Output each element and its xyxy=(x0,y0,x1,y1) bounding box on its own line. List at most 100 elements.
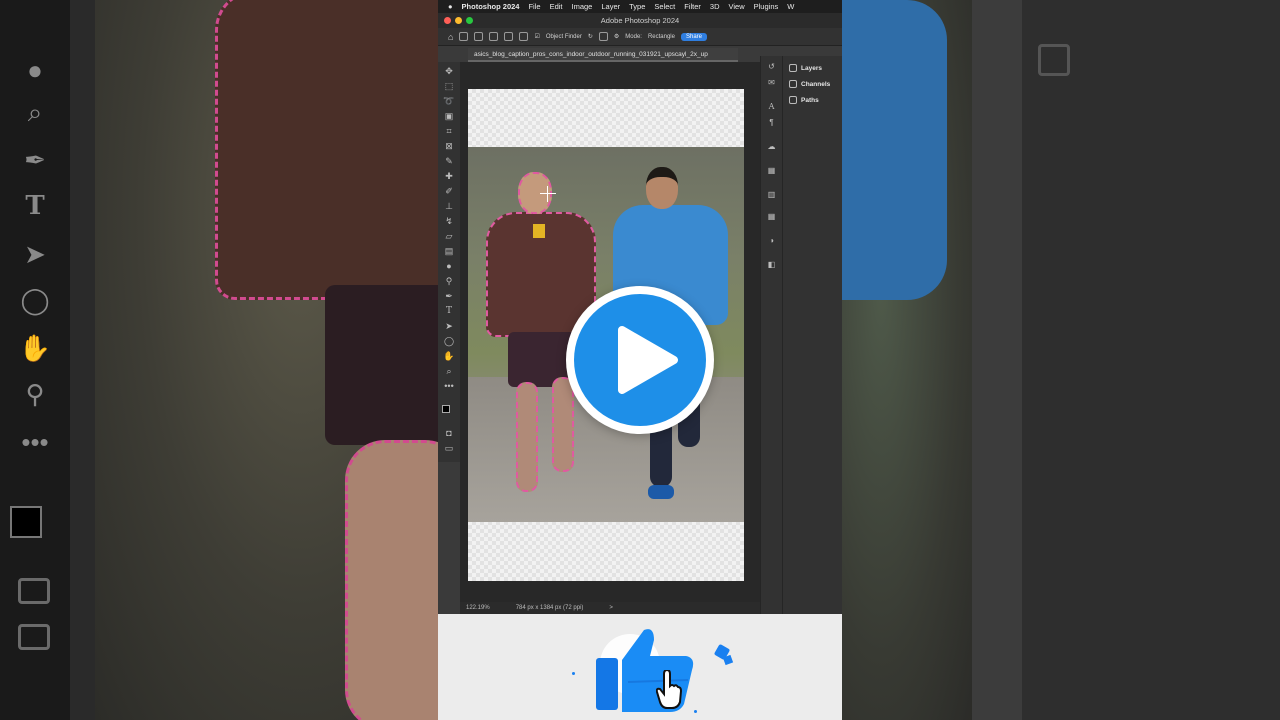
channels-icon xyxy=(789,80,797,88)
libraries-panel-icon[interactable]: ☁ xyxy=(766,142,777,152)
hand-tool-icon[interactable]: ✋ xyxy=(443,351,455,362)
ellipse-tool-icon[interactable]: ◯ xyxy=(443,336,455,347)
pen-tool-icon[interactable]: ✒ xyxy=(443,291,455,302)
swatches-panel-icon[interactable]: ▦ xyxy=(766,166,777,176)
crop-tool-icon[interactable]: ⌗ xyxy=(443,126,455,137)
path-selection-tool-icon[interactable]: ➤ xyxy=(443,321,455,332)
foreground-color-swatch[interactable] xyxy=(442,405,450,413)
new-selection-icon[interactable] xyxy=(474,32,484,41)
menu-select[interactable]: Select xyxy=(654,2,675,11)
document-info: 784 px x 1384 px (72 ppi) xyxy=(515,605,584,611)
marquee-tool-icon[interactable]: ⬚ xyxy=(443,81,455,92)
object-selection-tool-icon[interactable]: ▣ xyxy=(443,111,455,122)
menu-view[interactable]: View xyxy=(729,2,745,11)
status-menu-arrow[interactable]: > xyxy=(609,602,613,614)
history-brush-tool-icon[interactable]: ↯ xyxy=(443,216,455,227)
menu-window[interactable]: W xyxy=(787,2,794,11)
blurred-ellipse-icon: ◯ xyxy=(20,285,50,315)
share-button[interactable]: Share xyxy=(680,32,707,41)
patterns-panel-icon[interactable]: ▦ xyxy=(766,212,777,222)
confetti-piece xyxy=(572,672,575,675)
play-button[interactable] xyxy=(566,286,714,434)
blurred-pen-icon: ✒ xyxy=(24,145,46,175)
menu-type[interactable]: Type xyxy=(629,2,645,11)
refresh-icon[interactable]: ↻ xyxy=(588,33,593,40)
menu-layer[interactable]: Layer xyxy=(601,2,620,11)
more-tools-icon[interactable]: ••• xyxy=(443,381,455,392)
object-finder-checkbox[interactable]: ☑ xyxy=(534,33,539,40)
character-panel-icon[interactable]: A xyxy=(766,102,777,112)
menu-filter[interactable]: Filter xyxy=(684,2,701,11)
mode-select[interactable]: Rectangle xyxy=(648,34,675,40)
type-tool-icon[interactable]: T xyxy=(443,306,455,317)
show-objects-icon[interactable] xyxy=(598,32,608,41)
adjustments-panel-icon[interactable]: ◑ xyxy=(766,236,777,246)
status-bar: 122.19% 784 px x 1384 px (72 ppi) > xyxy=(460,602,760,614)
channels-tab[interactable]: Channels xyxy=(783,76,842,92)
menu-file[interactable]: File xyxy=(528,2,540,11)
intersect-selection-icon[interactable] xyxy=(519,32,529,41)
runner1-left-leg xyxy=(516,382,538,492)
comments-panel-icon[interactable]: ✉ xyxy=(766,78,777,88)
blurred-backdrop-right xyxy=(842,0,1280,720)
close-window-button[interactable] xyxy=(444,17,451,24)
zoom-level[interactable]: 122.19% xyxy=(466,602,490,614)
home-icon[interactable]: ⌂ xyxy=(448,32,453,42)
hand-cursor-icon xyxy=(656,670,682,709)
confetti-piece xyxy=(722,654,734,666)
healing-brush-tool-icon[interactable]: ✚ xyxy=(443,171,455,182)
lasso-tool-icon[interactable]: ➰ xyxy=(443,96,455,107)
zoom-tool-icon[interactable]: ⌕ xyxy=(443,366,455,377)
menu-image[interactable]: Image xyxy=(572,2,593,11)
mode-label: Mode: xyxy=(625,33,642,40)
channels-label: Channels xyxy=(801,80,831,88)
frame-tool-icon[interactable]: ⊠ xyxy=(443,141,455,152)
video-frame: ● ⌕ ✒ T ➤ ◯ ✋ ⚲ ••• ● Photoshop 2024 Fil… xyxy=(0,0,1280,720)
blurred-arrow-icon: ➤ xyxy=(24,239,46,269)
confetti-piece xyxy=(694,710,697,713)
blurred-screen-mode-icon xyxy=(18,624,50,650)
blurred-zoom-icon: ⌕ xyxy=(27,97,43,127)
paragraph-panel-icon[interactable]: ¶ xyxy=(766,118,777,128)
menu-edit[interactable]: Edit xyxy=(550,2,563,11)
eraser-tool-icon[interactable]: ▱ xyxy=(443,231,455,242)
window-title-bar: Adobe Photoshop 2024 xyxy=(438,13,842,28)
eyedropper-tool-icon[interactable]: ✎ xyxy=(443,156,455,167)
brush-tool-icon[interactable]: ✐ xyxy=(443,186,455,197)
menu-app-name[interactable]: Photoshop 2024 xyxy=(462,2,520,11)
paths-label: Paths xyxy=(801,96,819,104)
layers-tab[interactable]: Layers xyxy=(783,60,842,76)
blurred-drop-icon: ● xyxy=(27,55,43,85)
dodge-tool-icon[interactable]: ⚲ xyxy=(443,276,455,287)
gradients-panel-icon[interactable]: ▥ xyxy=(766,190,777,200)
settings-gear-icon[interactable]: ⚙ xyxy=(614,33,619,40)
crosshair-cursor-icon xyxy=(540,186,556,202)
minimize-window-button[interactable] xyxy=(455,17,462,24)
history-panel-icon[interactable]: ↺ xyxy=(766,62,777,72)
quick-mask-icon[interactable]: ◘ xyxy=(443,428,455,439)
gradient-tool-icon[interactable]: ▤ xyxy=(443,246,455,257)
blurred-backdrop-left: ● ⌕ ✒ T ➤ ◯ ✋ ⚲ ••• xyxy=(0,0,438,720)
blur-tool-icon[interactable]: ● xyxy=(443,261,455,272)
blurred-panel-icon xyxy=(1038,44,1070,76)
like-banner xyxy=(438,614,842,720)
runner2-head xyxy=(646,167,678,209)
add-selection-icon[interactable] xyxy=(489,32,499,41)
object-finder-label: Object Finder xyxy=(545,33,582,40)
properties-panel-icon[interactable]: ◧ xyxy=(766,260,777,270)
blurred-foreground-swatch xyxy=(10,506,42,538)
paths-tab[interactable]: Paths xyxy=(783,92,842,108)
screen-mode-icon[interactable]: ▭ xyxy=(443,443,455,454)
menu-plugins[interactable]: Plugins xyxy=(754,2,779,11)
menu-3d[interactable]: 3D xyxy=(710,2,720,11)
apple-icon[interactable]: ● xyxy=(448,2,453,11)
move-tool-icon[interactable]: ✥ xyxy=(443,66,455,77)
clone-stamp-tool-icon[interactable]: ⊥ xyxy=(443,201,455,212)
document-tab[interactable]: asics_blog_caption_pros_cons_indoor_outd… xyxy=(468,48,738,62)
tool-preset-icon[interactable] xyxy=(459,32,469,41)
blurred-more-icon: ••• xyxy=(21,427,49,457)
subtract-selection-icon[interactable] xyxy=(504,32,514,41)
window-controls xyxy=(444,17,473,24)
paths-icon xyxy=(789,96,797,104)
zoom-window-button[interactable] xyxy=(466,17,473,24)
